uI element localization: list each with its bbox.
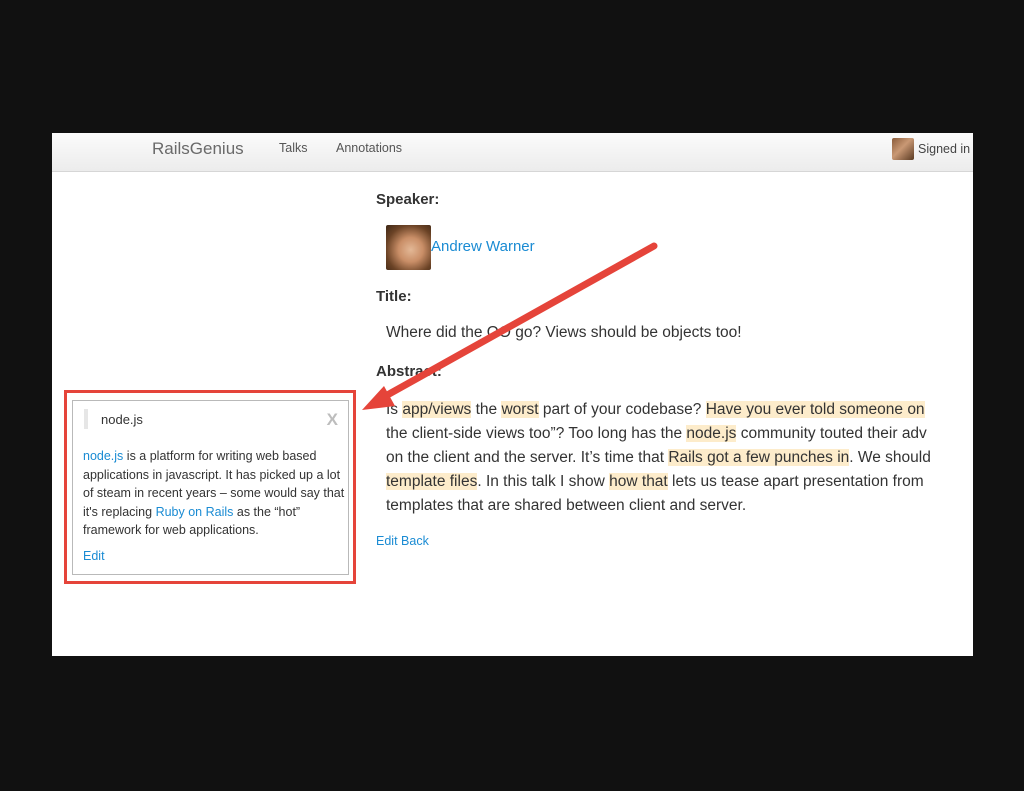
signed-in-status[interactable]: Signed in xyxy=(918,142,970,156)
abstract-segment: community touted their adv xyxy=(736,425,927,442)
talk-title: Where did the OO go? Views should be obj… xyxy=(386,324,742,341)
annotation-highlight[interactable]: how that xyxy=(609,473,668,490)
abstract-segment: on the client and the server. It’s time … xyxy=(386,449,669,466)
abstract-segment: . We should xyxy=(849,449,931,466)
annotation-marker xyxy=(84,409,88,429)
annotation-link-nodejs[interactable]: node.js xyxy=(83,449,123,463)
top-navbar: RailsGenius Talks Annotations Signed in xyxy=(52,133,973,172)
back-link[interactable]: Back xyxy=(401,534,429,548)
abstract-segment: the xyxy=(471,401,502,418)
abstract-line: Is app/views the worst part of your code… xyxy=(386,398,973,422)
annotation-popup: node.js X node.js is a platform for writ… xyxy=(72,400,349,575)
abstract-segment: . In this talk I show xyxy=(477,473,610,490)
abstract-line: template files. In this talk I show how … xyxy=(386,470,973,494)
annotation-highlight[interactable]: template files xyxy=(386,473,478,490)
abstract-line: the client-side views too”? Too long has… xyxy=(386,422,973,446)
abstract-segment: part of your codebase? xyxy=(538,401,706,418)
user-avatar[interactable] xyxy=(892,138,914,160)
close-icon[interactable]: X xyxy=(327,410,338,430)
annotation-highlight[interactable]: Have you ever told someone on xyxy=(705,401,925,418)
talk-actions: Edit Back xyxy=(376,534,429,548)
annotation-highlight[interactable]: Rails got a few punches in xyxy=(668,449,850,466)
annotation-edit-link[interactable]: Edit xyxy=(83,549,105,563)
annotation-highlight[interactable]: node.js xyxy=(686,425,737,442)
edit-link[interactable]: Edit xyxy=(376,534,398,548)
speaker-link[interactable]: Andrew Warner xyxy=(431,238,535,255)
annotation-title: node.js xyxy=(101,412,143,427)
nav-link-annotations[interactable]: Annotations xyxy=(336,141,402,155)
title-heading: Title: xyxy=(376,288,412,305)
brand-logo[interactable]: RailsGenius xyxy=(152,139,244,159)
speaker-heading: Speaker: xyxy=(376,191,440,208)
annotation-link-rails[interactable]: Ruby on Rails xyxy=(156,505,234,519)
abstract-heading: Abstract: xyxy=(376,363,442,380)
abstract-line: templates that are shared between client… xyxy=(386,494,973,518)
abstract-text: Is app/views the worst part of your code… xyxy=(386,398,973,518)
abstract-line: on the client and the server. It’s time … xyxy=(386,446,973,470)
abstract-segment: Is xyxy=(386,401,403,418)
annotation-highlight[interactable]: worst xyxy=(501,401,539,418)
annotation-body: node.js is a platform for writing web ba… xyxy=(83,447,345,540)
abstract-segment: lets us tease apart presentation from xyxy=(667,473,924,490)
speaker-avatar xyxy=(386,225,431,270)
abstract-segment: templates that are shared between client… xyxy=(386,497,747,514)
annotation-highlight[interactable]: app/views xyxy=(402,401,472,418)
nav-link-talks[interactable]: Talks xyxy=(279,141,307,155)
abstract-segment: the client-side views too”? Too long has… xyxy=(386,425,687,442)
